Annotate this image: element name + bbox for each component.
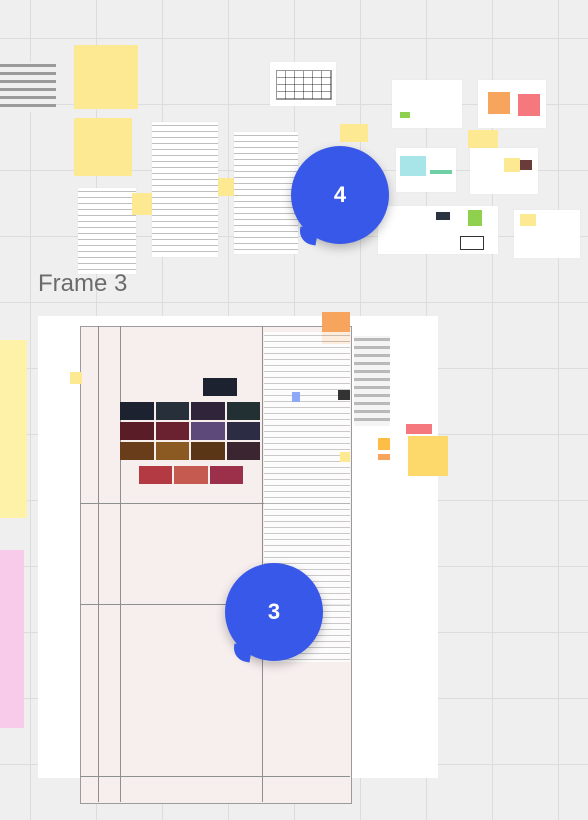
- photo: [209, 466, 243, 484]
- comment-count: 4: [333, 182, 347, 207]
- document-card[interactable]: [234, 132, 298, 254]
- photo: [174, 466, 208, 484]
- comment-bubble[interactable]: 4: [291, 146, 389, 244]
- photo: [155, 442, 189, 460]
- document-card[interactable]: [514, 210, 580, 258]
- table-divider: [80, 776, 350, 777]
- photo: [120, 402, 154, 420]
- sticky-note[interactable]: [406, 424, 432, 434]
- comment-bubble[interactable]: 3: [225, 563, 323, 661]
- photo-grid[interactable]: [120, 402, 260, 460]
- text-block: [354, 336, 390, 426]
- document-card[interactable]: [152, 122, 218, 257]
- sticky-note[interactable]: [340, 452, 350, 462]
- sticky-note[interactable]: [0, 340, 27, 518]
- text-block: [0, 62, 56, 112]
- sticky-note[interactable]: [340, 124, 368, 142]
- photo: [155, 402, 189, 420]
- sticky-note[interactable]: [132, 193, 154, 215]
- highlight: [292, 392, 300, 402]
- sticky-note[interactable]: [74, 45, 138, 109]
- document-card[interactable]: [78, 188, 136, 274]
- document-card[interactable]: [396, 148, 456, 192]
- image-thumbnail[interactable]: [203, 378, 237, 396]
- sticky-note[interactable]: [218, 178, 234, 196]
- photo: [191, 422, 225, 440]
- sticky-note[interactable]: [468, 130, 498, 148]
- photo: [139, 466, 173, 484]
- frame-title[interactable]: Frame 3: [38, 270, 127, 298]
- photo: [226, 442, 260, 460]
- photo: [155, 422, 189, 440]
- color-card[interactable]: [478, 80, 546, 128]
- sticky-note[interactable]: [408, 436, 448, 476]
- sticky-note[interactable]: [74, 118, 132, 176]
- comment-count: 3: [267, 599, 281, 624]
- document-card[interactable]: [378, 206, 498, 254]
- photo: [226, 422, 260, 440]
- photo: [191, 402, 225, 420]
- highlight: [338, 390, 350, 400]
- photo: [191, 442, 225, 460]
- table-divider: [98, 326, 99, 802]
- sticky-note[interactable]: [70, 372, 82, 384]
- photo: [120, 422, 154, 440]
- document-card[interactable]: [392, 80, 462, 128]
- color-card[interactable]: [376, 434, 402, 466]
- document-card[interactable]: [470, 148, 538, 194]
- sticky-note[interactable]: [0, 550, 24, 728]
- table-divider: [120, 326, 121, 802]
- photo: [120, 442, 154, 460]
- table-card[interactable]: [270, 62, 336, 106]
- photo: [226, 402, 260, 420]
- photo-strip[interactable]: [139, 466, 243, 484]
